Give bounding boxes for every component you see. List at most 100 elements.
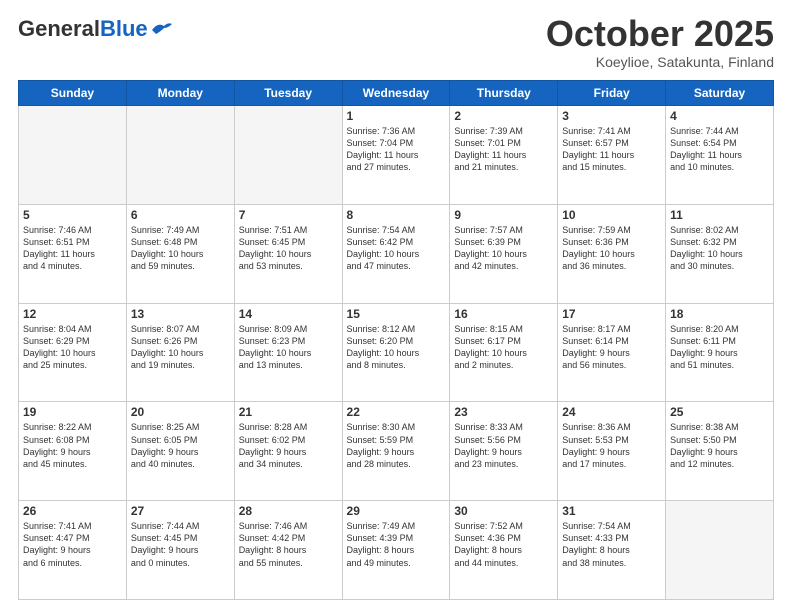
logo-blue: Blue: [100, 16, 148, 41]
day-number: 22: [347, 405, 446, 419]
weekday-header-thursday: Thursday: [450, 81, 558, 106]
cell-details: Sunrise: 7:52 AMSunset: 4:36 PMDaylight:…: [454, 520, 553, 569]
calendar-cell: 15Sunrise: 8:12 AMSunset: 6:20 PMDayligh…: [342, 303, 450, 402]
day-number: 29: [347, 504, 446, 518]
calendar-cell: 29 Sunrise: 7:49 AMSunset: 4:39 PMDayligh…: [342, 501, 450, 600]
calendar-cell: 14 Sunrise: 8:09 AMSunset: 6:23 PMDayligh…: [234, 303, 342, 402]
day-number: 16: [454, 307, 553, 321]
day-number: 26: [23, 504, 122, 518]
calendar-cell: 16 Sunrise: 8:15 AMSunset: 6:17 PMDayligh…: [450, 303, 558, 402]
calendar-week-2: 5Sunrise: 7:46 AMSunset: 6:51 PMDaylight…: [19, 204, 774, 303]
day-number: 14: [239, 307, 338, 321]
weekday-header-monday: Monday: [126, 81, 234, 106]
calendar-week-3: 12Sunrise: 8:04 AMSunset: 6:29 PMDayligh…: [19, 303, 774, 402]
calendar-cell: [19, 106, 127, 205]
cell-details: Sunrise: 8:30 AMSunset: 5:59 PMDaylight:…: [347, 421, 446, 470]
calendar-cell: 18 Sunrise: 8:20 AMSunset: 6:11 PMDayligh…: [666, 303, 774, 402]
day-number: 8: [347, 208, 446, 222]
calendar-cell: [126, 106, 234, 205]
page: GeneralBlue October 2025 Koeylioe, Satak…: [0, 0, 792, 612]
day-number: 21: [239, 405, 338, 419]
calendar-cell: 7Sunrise: 7:51 AMSunset: 6:45 PMDaylight…: [234, 204, 342, 303]
calendar-cell: [666, 501, 774, 600]
weekday-header-row: SundayMondayTuesdayWednesdayThursdayFrid…: [19, 81, 774, 106]
calendar-cell: 13 Sunrise: 8:07 AMSunset: 6:26 PMDayligh…: [126, 303, 234, 402]
day-number: 13: [131, 307, 230, 321]
cell-details: Sunrise: 7:39 AMSunset: 7:01 PMDaylight:…: [454, 125, 553, 174]
calendar-cell: 30 Sunrise: 7:52 AMSunset: 4:36 PMDayligh…: [450, 501, 558, 600]
cell-details: Sunrise: 8:36 AMSunset: 5:53 PMDaylight:…: [562, 421, 661, 470]
calendar-cell: 24Sunrise: 8:36 AMSunset: 5:53 PMDayligh…: [558, 402, 666, 501]
day-number: 18: [670, 307, 769, 321]
day-number: 15: [347, 307, 446, 321]
day-number: 20: [131, 405, 230, 419]
calendar-cell: 22 Sunrise: 8:30 AMSunset: 5:59 PMDayligh…: [342, 402, 450, 501]
calendar-table: SundayMondayTuesdayWednesdayThursdayFrid…: [18, 80, 774, 600]
weekday-header-friday: Friday: [558, 81, 666, 106]
logo-bird-icon: [150, 20, 172, 38]
cell-details: Sunrise: 7:41 AMSunset: 6:57 PMDaylight:…: [562, 125, 661, 174]
calendar-cell: 8 Sunrise: 7:54 AMSunset: 6:42 PMDaylight…: [342, 204, 450, 303]
cell-details: Sunrise: 7:44 AMSunset: 4:45 PMDaylight:…: [131, 520, 230, 569]
cell-details: Sunrise: 7:57 AMSunset: 6:39 PMDaylight:…: [454, 224, 553, 273]
calendar-cell: 25 Sunrise: 8:38 AMSunset: 5:50 PMDayligh…: [666, 402, 774, 501]
day-number: 30: [454, 504, 553, 518]
header: GeneralBlue October 2025 Koeylioe, Satak…: [18, 16, 774, 70]
calendar-cell: 27 Sunrise: 7:44 AMSunset: 4:45 PMDayligh…: [126, 501, 234, 600]
day-number: 10: [562, 208, 661, 222]
cell-details: Sunrise: 8:15 AMSunset: 6:17 PMDaylight:…: [454, 323, 553, 372]
calendar-cell: 12Sunrise: 8:04 AMSunset: 6:29 PMDayligh…: [19, 303, 127, 402]
cell-details: Sunrise: 8:02 AMSunset: 6:32 PMDaylight:…: [670, 224, 769, 273]
day-number: 19: [23, 405, 122, 419]
calendar-week-1: 1 Sunrise: 7:36 AMSunset: 7:04 PMDaylight…: [19, 106, 774, 205]
cell-details: Sunrise: 7:59 AMSunset: 6:36 PMDaylight:…: [562, 224, 661, 273]
day-number: 25: [670, 405, 769, 419]
cell-details: Sunrise: 8:17 AMSunset: 6:14 PMDaylight:…: [562, 323, 661, 372]
cell-details: Sunrise: 7:54 AMSunset: 4:33 PMDaylight:…: [562, 520, 661, 569]
day-number: 6: [131, 208, 230, 222]
calendar-cell: 17 Sunrise: 8:17 AMSunset: 6:14 PMDayligh…: [558, 303, 666, 402]
cell-details: Sunrise: 7:46 AMSunset: 4:42 PMDaylight:…: [239, 520, 338, 569]
cell-details: Sunrise: 8:22 AMSunset: 6:08 PMDaylight:…: [23, 421, 122, 470]
day-number: 28: [239, 504, 338, 518]
day-number: 17: [562, 307, 661, 321]
weekday-header-wednesday: Wednesday: [342, 81, 450, 106]
cell-details: Sunrise: 7:49 AMSunset: 4:39 PMDaylight:…: [347, 520, 446, 569]
cell-details: Sunrise: 7:54 AMSunset: 6:42 PMDaylight:…: [347, 224, 446, 273]
location: Koeylioe, Satakunta, Finland: [546, 54, 774, 70]
cell-details: Sunrise: 7:44 AMSunset: 6:54 PMDaylight:…: [670, 125, 769, 174]
cell-details: Sunrise: 8:33 AMSunset: 5:56 PMDaylight:…: [454, 421, 553, 470]
calendar-cell: 5Sunrise: 7:46 AMSunset: 6:51 PMDaylight…: [19, 204, 127, 303]
calendar-cell: 1 Sunrise: 7:36 AMSunset: 7:04 PMDaylight…: [342, 106, 450, 205]
day-number: 23: [454, 405, 553, 419]
calendar-cell: 9Sunrise: 7:57 AMSunset: 6:39 PMDaylight…: [450, 204, 558, 303]
day-number: 2: [454, 109, 553, 123]
day-number: 31: [562, 504, 661, 518]
cell-details: Sunrise: 8:07 AMSunset: 6:26 PMDaylight:…: [131, 323, 230, 372]
day-number: 7: [239, 208, 338, 222]
calendar-cell: 19 Sunrise: 8:22 AMSunset: 6:08 PMDayligh…: [19, 402, 127, 501]
weekday-header-sunday: Sunday: [19, 81, 127, 106]
cell-details: Sunrise: 8:09 AMSunset: 6:23 PMDaylight:…: [239, 323, 338, 372]
calendar-cell: 21Sunrise: 8:28 AMSunset: 6:02 PMDayligh…: [234, 402, 342, 501]
calendar-cell: 31 Sunrise: 7:54 AMSunset: 4:33 PMDayligh…: [558, 501, 666, 600]
day-number: 27: [131, 504, 230, 518]
calendar-cell: [234, 106, 342, 205]
day-number: 11: [670, 208, 769, 222]
calendar-week-5: 26Sunrise: 7:41 AMSunset: 4:47 PMDayligh…: [19, 501, 774, 600]
day-number: 4: [670, 109, 769, 123]
cell-details: Sunrise: 8:04 AMSunset: 6:29 PMDaylight:…: [23, 323, 122, 372]
title-block: October 2025 Koeylioe, Satakunta, Finlan…: [546, 16, 774, 70]
calendar-cell: 11 Sunrise: 8:02 AMSunset: 6:32 PMDayligh…: [666, 204, 774, 303]
logo: GeneralBlue: [18, 16, 172, 42]
calendar-cell: 28 Sunrise: 7:46 AMSunset: 4:42 PMDayligh…: [234, 501, 342, 600]
cell-details: Sunrise: 7:36 AMSunset: 7:04 PMDaylight:…: [347, 125, 446, 174]
day-number: 1: [347, 109, 446, 123]
calendar-cell: 20Sunrise: 8:25 AMSunset: 6:05 PMDayligh…: [126, 402, 234, 501]
calendar-cell: 23 Sunrise: 8:33 AMSunset: 5:56 PMDayligh…: [450, 402, 558, 501]
logo-general: General: [18, 16, 100, 41]
weekday-header-tuesday: Tuesday: [234, 81, 342, 106]
calendar-cell: 26Sunrise: 7:41 AMSunset: 4:47 PMDayligh…: [19, 501, 127, 600]
cell-details: Sunrise: 8:20 AMSunset: 6:11 PMDaylight:…: [670, 323, 769, 372]
cell-details: Sunrise: 8:38 AMSunset: 5:50 PMDaylight:…: [670, 421, 769, 470]
